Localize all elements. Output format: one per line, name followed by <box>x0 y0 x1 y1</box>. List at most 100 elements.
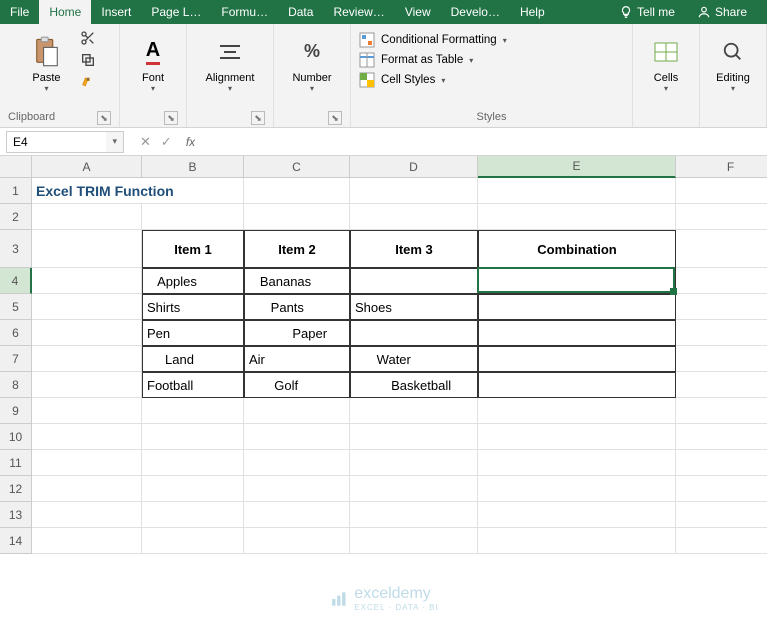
cell-F14[interactable] <box>676 528 767 554</box>
cell-E5[interactable] <box>478 294 676 320</box>
cell-C13[interactable] <box>244 502 350 528</box>
cut-button[interactable] <box>78 28 98 48</box>
row-header-1[interactable]: 1 <box>0 178 32 204</box>
alignment-dialog-launcher[interactable]: ⬊ <box>251 111 265 125</box>
cell-styles-button[interactable]: Cell Styles▾ <box>359 72 624 88</box>
enter-formula-button[interactable]: ✓ <box>161 134 172 150</box>
row-header-7[interactable]: 7 <box>0 346 32 372</box>
cell-B7[interactable]: Land <box>142 346 244 372</box>
cell-F8[interactable] <box>676 372 767 398</box>
col-header-B[interactable]: B <box>142 156 244 178</box>
cell-E6[interactable] <box>478 320 676 346</box>
cell-F1[interactable] <box>676 178 767 204</box>
cell-B6[interactable]: Pen <box>142 320 244 346</box>
cell-D12[interactable] <box>350 476 478 502</box>
row-header-2[interactable]: 2 <box>0 204 32 230</box>
cell-D13[interactable] <box>350 502 478 528</box>
alignment-button[interactable]: Alignment ▾ <box>195 28 265 100</box>
menu-home[interactable]: Home <box>39 0 91 24</box>
cell-E2[interactable] <box>478 204 676 230</box>
cell-C2[interactable] <box>244 204 350 230</box>
cell-D6[interactable] <box>350 320 478 346</box>
cells-button[interactable]: Cells ▾ <box>641 28 691 100</box>
cell-F4[interactable] <box>676 268 767 294</box>
cell-A13[interactable] <box>32 502 142 528</box>
cell-E10[interactable] <box>478 424 676 450</box>
menu-file[interactable]: File <box>0 0 39 24</box>
cell-D10[interactable] <box>350 424 478 450</box>
cell-D7[interactable]: Water <box>350 346 478 372</box>
cell-C3[interactable]: Item 2 <box>244 230 350 268</box>
menu-insert[interactable]: Insert <box>91 0 141 24</box>
menu-review[interactable]: Review… <box>323 0 394 24</box>
cell-F2[interactable] <box>676 204 767 230</box>
name-box-dropdown[interactable]: ▾ <box>106 132 123 152</box>
menu-pagel[interactable]: Page L… <box>141 0 211 24</box>
cell-C4[interactable]: Bananas <box>244 268 350 294</box>
cell-E7[interactable] <box>478 346 676 372</box>
cancel-formula-button[interactable]: ✕ <box>140 134 151 150</box>
cell-F3[interactable] <box>676 230 767 268</box>
format-as-table-button[interactable]: Format as Table▾ <box>359 52 624 68</box>
cell-A12[interactable] <box>32 476 142 502</box>
cell-B12[interactable] <box>142 476 244 502</box>
col-header-E[interactable]: E <box>478 156 676 178</box>
cell-E3[interactable]: Combination <box>478 230 676 268</box>
cell-C10[interactable] <box>244 424 350 450</box>
formula-input[interactable] <box>195 131 767 153</box>
cell-C6[interactable]: Paper <box>244 320 350 346</box>
cell-B3[interactable]: Item 1 <box>142 230 244 268</box>
row-header-8[interactable]: 8 <box>0 372 32 398</box>
select-all-corner[interactable] <box>0 156 32 178</box>
clipboard-dialog-launcher[interactable]: ⬊ <box>97 111 111 125</box>
cell-F5[interactable] <box>676 294 767 320</box>
cell-D4[interactable] <box>350 268 478 294</box>
cell-A4[interactable] <box>32 268 142 294</box>
cell-D5[interactable]: Shoes <box>350 294 478 320</box>
cell-E8[interactable] <box>478 372 676 398</box>
cell-F13[interactable] <box>676 502 767 528</box>
cell-B2[interactable] <box>142 204 244 230</box>
cell-A10[interactable] <box>32 424 142 450</box>
cell-A2[interactable] <box>32 204 142 230</box>
fx-icon[interactable]: fx <box>182 135 195 149</box>
cell-A6[interactable] <box>32 320 142 346</box>
cell-A9[interactable] <box>32 398 142 424</box>
cell-F12[interactable] <box>676 476 767 502</box>
cell-F10[interactable] <box>676 424 767 450</box>
col-header-A[interactable]: A <box>32 156 142 178</box>
cell-E9[interactable] <box>478 398 676 424</box>
cell-A11[interactable] <box>32 450 142 476</box>
cell-D11[interactable] <box>350 450 478 476</box>
menu-develo[interactable]: Develo… <box>441 0 510 24</box>
copy-button[interactable] <box>78 50 98 70</box>
cell-B4[interactable]: Apples <box>142 268 244 294</box>
cell-A7[interactable] <box>32 346 142 372</box>
cell-A8[interactable] <box>32 372 142 398</box>
cell-E1[interactable] <box>478 178 676 204</box>
number-dialog-launcher[interactable]: ⬊ <box>328 111 342 125</box>
row-header-6[interactable]: 6 <box>0 320 32 346</box>
name-box[interactable]: E4 ▾ <box>6 131 124 153</box>
cell-E13[interactable] <box>478 502 676 528</box>
row-header-12[interactable]: 12 <box>0 476 32 502</box>
menu-view[interactable]: View <box>395 0 441 24</box>
editing-button[interactable]: Editing ▾ <box>708 28 758 100</box>
conditional-formatting-button[interactable]: Conditional Formatting▾ <box>359 32 624 48</box>
cell-C5[interactable]: Pants <box>244 294 350 320</box>
paste-button[interactable]: Paste ▾ <box>22 28 72 100</box>
font-button[interactable]: A Font ▾ <box>128 28 178 100</box>
row-header-4[interactable]: 4 <box>0 268 32 294</box>
col-header-C[interactable]: C <box>244 156 350 178</box>
row-header-11[interactable]: 11 <box>0 450 32 476</box>
cell-B14[interactable] <box>142 528 244 554</box>
row-header-5[interactable]: 5 <box>0 294 32 320</box>
font-dialog-launcher[interactable]: ⬊ <box>164 111 178 125</box>
cell-E11[interactable] <box>478 450 676 476</box>
col-header-F[interactable]: F <box>676 156 767 178</box>
cell-D3[interactable]: Item 3 <box>350 230 478 268</box>
cell-F9[interactable] <box>676 398 767 424</box>
cell-C1[interactable] <box>244 178 350 204</box>
row-header-13[interactable]: 13 <box>0 502 32 528</box>
cell-B11[interactable] <box>142 450 244 476</box>
